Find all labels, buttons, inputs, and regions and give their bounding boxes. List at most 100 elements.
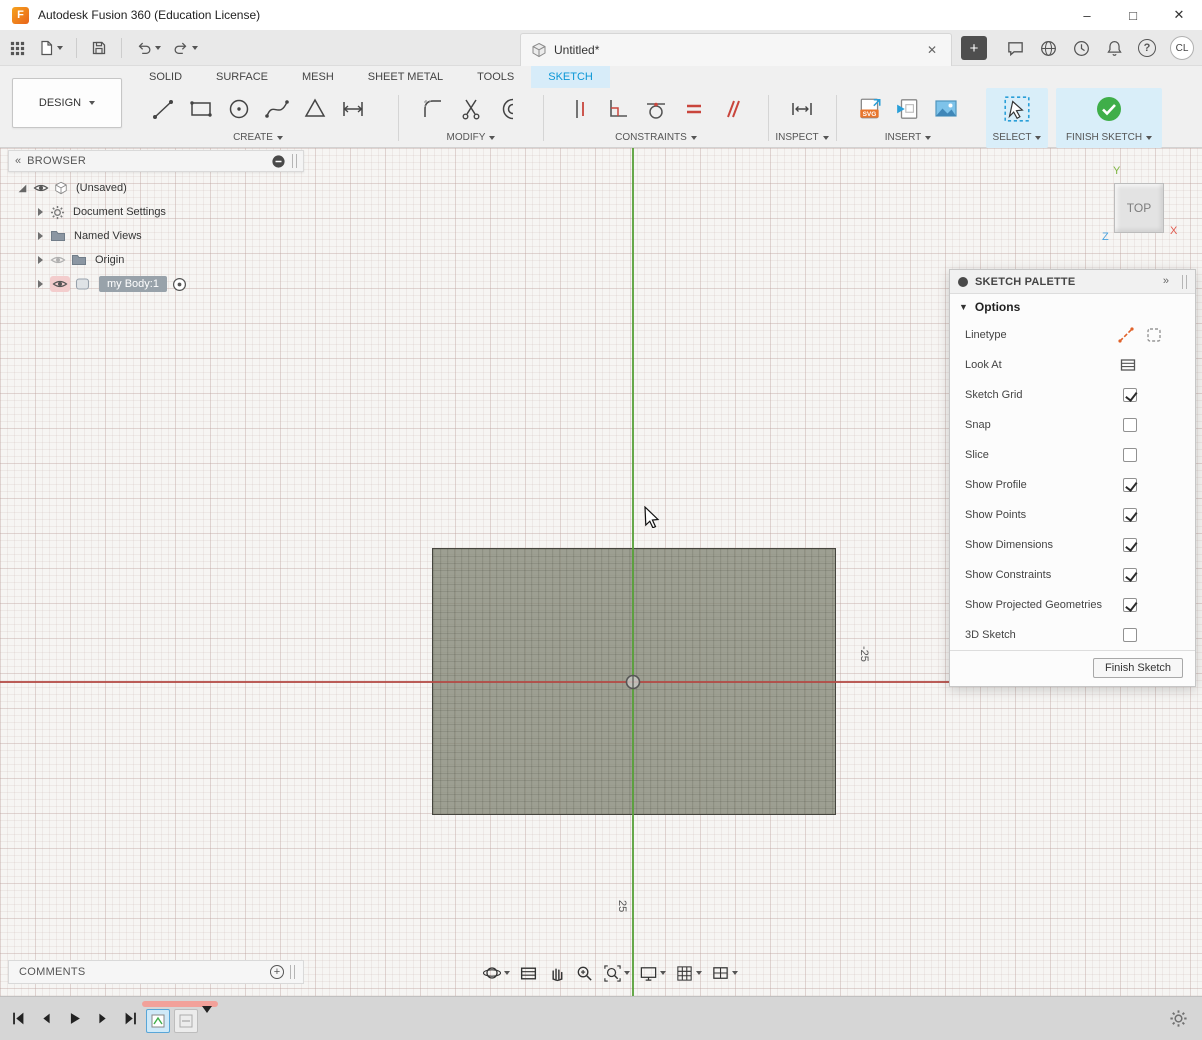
collapse-browser-icon[interactable]: « [15, 156, 21, 167]
circle-tool-button[interactable] [226, 96, 252, 122]
constraints-dropdown[interactable]: CONSTRAINTS [615, 130, 697, 145]
comments-button[interactable] [1006, 39, 1025, 58]
show-projected-geometries-checkbox[interactable] [1123, 598, 1137, 612]
show-points-checkbox[interactable] [1123, 508, 1137, 522]
expand-caret-icon[interactable] [38, 208, 43, 216]
tab-solid[interactable]: SOLID [132, 66, 199, 88]
tab-sheet-metal[interactable]: SHEET METAL [351, 66, 460, 88]
panel-grip[interactable] [1182, 275, 1187, 289]
viewports-button[interactable] [711, 964, 738, 983]
show-dimensions-checkbox[interactable] [1123, 538, 1137, 552]
expand-palette-icon[interactable]: » [1163, 276, 1169, 287]
polygon-tool-button[interactable] [302, 96, 328, 122]
measure-tool-button[interactable] [789, 96, 815, 122]
help-button[interactable]: ? [1138, 39, 1156, 57]
construction-linetype-icon[interactable] [1145, 326, 1163, 344]
tree-item-my-body[interactable]: my Body:1 [8, 272, 304, 296]
select-tool-button[interactable] [1002, 94, 1032, 124]
show-profile-checkbox[interactable] [1123, 478, 1137, 492]
offset-tool-button[interactable] [496, 96, 522, 122]
add-comment-icon[interactable]: + [270, 965, 284, 979]
web-button[interactable] [1039, 39, 1058, 58]
decal-button[interactable] [895, 96, 921, 122]
snap-checkbox[interactable] [1123, 418, 1137, 432]
file-menu-button[interactable] [34, 35, 66, 61]
timeline-sketch-feature[interactable] [146, 1009, 170, 1033]
slice-checkbox[interactable] [1123, 448, 1137, 462]
modify-dropdown[interactable]: MODIFY [447, 130, 496, 145]
show-constraints-checkbox[interactable] [1123, 568, 1137, 582]
tab-close-button[interactable]: ✕ [923, 41, 941, 59]
sketch-palette-header[interactable]: SKETCH PALETTE » [950, 270, 1195, 294]
step-forward-button[interactable] [94, 1010, 111, 1027]
finish-sketch-button[interactable] [1094, 94, 1124, 124]
tab-tools[interactable]: TOOLS [460, 66, 531, 88]
timeline-position-marker[interactable] [202, 1006, 212, 1013]
visibility-highlight[interactable] [50, 276, 70, 292]
look-at-icon[interactable] [1119, 356, 1137, 374]
sketch-grid-checkbox[interactable] [1123, 388, 1137, 402]
go-to-end-button[interactable] [122, 1010, 139, 1027]
app-grid-button[interactable] [6, 35, 29, 61]
tree-item-label[interactable]: Document Settings [73, 206, 166, 218]
options-section-header[interactable]: ▼ Options [950, 294, 1195, 320]
insert-svg-button[interactable]: SVG [857, 96, 883, 122]
display-settings-button[interactable] [639, 964, 666, 983]
select-dropdown[interactable]: SELECT [993, 130, 1042, 145]
play-button[interactable] [66, 1010, 83, 1027]
new-tab-button[interactable]: + [961, 36, 987, 60]
dock-icon[interactable] [958, 277, 968, 287]
timeline-settings-gear-icon[interactable] [1169, 1009, 1188, 1028]
tree-item-document-settings[interactable]: Document Settings [8, 200, 304, 224]
tab-sketch[interactable]: SKETCH [531, 66, 610, 88]
orbit-button[interactable] [482, 963, 510, 983]
expand-all-icon[interactable] [16, 182, 28, 194]
finish-sketch-palette-button[interactable]: Finish Sketch [1093, 658, 1183, 678]
create-dropdown[interactable]: CREATE [233, 130, 283, 145]
insert-dropdown[interactable]: INSERT [885, 130, 932, 145]
save-button[interactable] [87, 35, 111, 61]
expand-caret-icon[interactable] [38, 280, 43, 288]
minimize-button[interactable]: – [1064, 0, 1110, 30]
grid-settings-button[interactable] [675, 964, 702, 983]
timeline-feature[interactable] [174, 1009, 198, 1033]
workspace-selector[interactable]: DESIGN [12, 78, 122, 128]
parallel-constraint-button[interactable] [719, 96, 745, 122]
vertical-horizontal-constraint-button[interactable] [567, 96, 593, 122]
sketch-dimension-button[interactable] [340, 96, 366, 122]
y-axis-line[interactable] [632, 148, 634, 996]
fit-button[interactable] [603, 964, 630, 983]
undo-button[interactable] [132, 35, 164, 61]
canvas-image-button[interactable] [933, 96, 959, 122]
panel-grip[interactable] [292, 154, 297, 168]
panel-grip[interactable] [290, 965, 295, 979]
look-at-button[interactable] [519, 964, 538, 983]
inspect-dropdown[interactable]: INSPECT [775, 130, 828, 145]
view-cube[interactable]: Y TOP X Z [1098, 163, 1193, 251]
tree-item-root[interactable]: (Unsaved) [8, 176, 304, 200]
finish-sketch-dropdown[interactable]: FINISH SKETCH [1066, 130, 1152, 145]
tree-item-origin[interactable]: Origin [8, 248, 304, 272]
eye-off-icon[interactable] [50, 254, 66, 266]
trim-tool-button[interactable] [458, 96, 484, 122]
line-tool-button[interactable] [150, 96, 176, 122]
equal-constraint-button[interactable] [681, 96, 707, 122]
tree-item-label[interactable]: my Body:1 [99, 276, 167, 292]
tree-item-label[interactable]: Named Views [74, 230, 142, 242]
job-status-button[interactable] [1072, 39, 1091, 58]
document-tab[interactable]: Untitled* ✕ [520, 33, 952, 66]
origin-point-icon[interactable] [624, 673, 642, 691]
tree-item-label[interactable]: Origin [95, 254, 124, 266]
tangent-constraint-button[interactable] [643, 96, 669, 122]
comments-bar[interactable]: COMMENTS + [8, 960, 304, 984]
browser-header[interactable]: « BROWSER [8, 150, 304, 172]
account-avatar[interactable]: CL [1170, 36, 1194, 60]
go-to-start-button[interactable] [10, 1010, 27, 1027]
browser-minimize-icon[interactable] [271, 154, 286, 169]
pan-button[interactable] [547, 964, 566, 983]
centerline-linetype-icon[interactable] [1117, 326, 1135, 344]
maximize-button[interactable]: □ [1110, 0, 1156, 30]
tree-item-label[interactable]: (Unsaved) [76, 182, 127, 194]
selection-target-icon[interactable] [172, 277, 187, 292]
step-back-button[interactable] [38, 1010, 55, 1027]
